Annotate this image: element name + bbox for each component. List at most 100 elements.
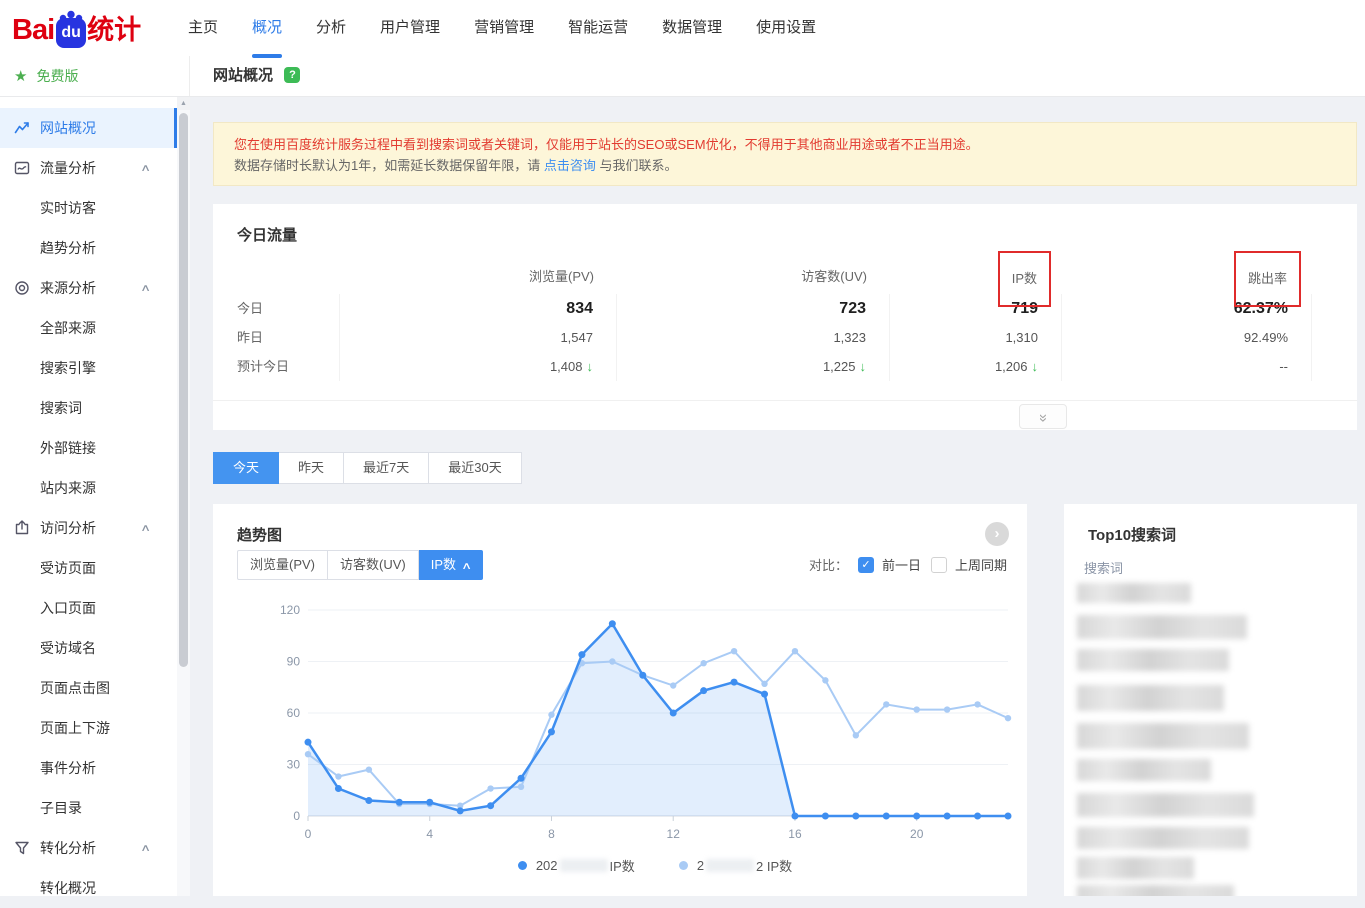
sidebar-item-5[interactable]: 全部来源 [0,308,177,348]
redacted-search-term[interactable] [1077,759,1211,781]
scrollbar-up-arrow-icon[interactable]: ▲ [177,97,190,110]
nav-item-4[interactable]: 营销管理 [472,0,536,56]
funnel-icon [14,840,30,856]
scrollbar-thumb[interactable] [179,113,188,667]
compare-option-0[interactable]: ✓前一日 [858,555,921,574]
sidebar-item-14[interactable]: 页面点击图 [0,668,177,708]
sidebar-item-4[interactable]: 来源分析∧ [0,268,177,308]
help-icon[interactable]: ? [284,67,300,83]
sidebar-item-9[interactable]: 站内来源 [0,468,177,508]
nav-item-5[interactable]: 智能运营 [566,0,630,56]
svg-text:120: 120 [280,603,300,617]
svg-text:20: 20 [910,827,924,841]
notice-warning-text: 您在使用百度统计服务过程中看到搜索词或者关键词，仅能用于站长的SEO或SEM优化… [234,134,1336,155]
svg-text:12: 12 [667,827,681,841]
chevron-right-icon[interactable]: › [985,522,1009,546]
baidu-tongji-logo[interactable]: Bai du 统计 [12,6,141,50]
metric-value: 1,323 [833,330,866,345]
checkbox-checked[interactable]: ✓ [858,557,874,573]
sidebar-item-7[interactable]: 搜索词 [0,388,177,428]
date-range-tabs: 今天昨天最近7天最近30天 [213,452,522,484]
redacted-search-term[interactable] [1077,649,1229,671]
sidebar-item-19[interactable]: 转化概况 [0,868,177,908]
search-term-column-header: 搜索词 [1084,558,1123,577]
sidebar-item-1[interactable]: 流量分析∧ [0,148,177,188]
range-tab-1[interactable]: 昨天 [279,452,344,484]
redacted-search-term[interactable] [1077,793,1254,817]
notice-info-text: 数据存储时长默认为1年，如需延长数据保留年限，请 点击咨询 与我们联系。 [234,155,1336,177]
legend-item-0[interactable]: 202 IP数 [518,856,635,875]
sidebar-item-2[interactable]: 实时访客 [0,188,177,228]
compare-controls: 对比： ✓前一日上周同期 [809,555,1007,574]
logo-text-tongji: 统计 [87,10,141,50]
table-row: 今日83472371962.37% [213,294,1312,323]
svg-text:0: 0 [293,809,300,823]
metric-value: 723 [839,300,866,317]
redacted-search-term[interactable] [1077,827,1249,849]
row-label: 昨日 [213,323,340,352]
chevron-up-icon: ∧ [140,163,151,174]
metric-value: 1,225 [823,359,856,374]
sidebar-item-13[interactable]: 受访域名 [0,628,177,668]
metric-value: 1,408 [550,359,583,374]
sidebar-item-18[interactable]: 转化分析∧ [0,828,177,868]
compare-label: 对比： [809,555,848,574]
sidebar: 网站概况流量分析∧实时访客趋势分析来源分析∧全部来源搜索引擎搜索词外部链接站内来… [0,97,190,896]
row-label: 预计今日 [213,352,340,381]
metric-tabs: 浏览量(PV)访客数(UV)IP数∧ [237,550,483,580]
sidebar-item-8[interactable]: 外部链接 [0,428,177,468]
svg-text:4: 4 [426,827,433,841]
svg-text:0: 0 [305,827,312,841]
column-header: 访客数(UV) [801,269,867,284]
sidebar-scrollbar[interactable]: ▲ [177,97,190,896]
nav-item-6[interactable]: 数据管理 [660,0,724,56]
today-traffic-title: 今日流量 [237,224,297,245]
expand-button[interactable]: » [1019,404,1067,429]
sidebar-item-0[interactable]: 网站概况 [0,108,177,148]
nav-item-1[interactable]: 概况 [250,0,284,56]
redacted-search-term[interactable] [1077,885,1234,896]
legend-item-1[interactable]: 22 IP数 [679,856,792,875]
sidebar-item-6[interactable]: 搜索引擎 [0,348,177,388]
svg-text:60: 60 [287,706,301,720]
nav-item-0[interactable]: 主页 [186,0,220,56]
nav-item-7[interactable]: 使用设置 [754,0,818,56]
visit-icon [14,520,30,536]
row-label: 今日 [213,294,340,323]
range-tab-3[interactable]: 最近30天 [429,452,521,484]
checkbox-unchecked[interactable] [931,557,947,573]
line-chart-icon [14,120,30,136]
redacted-search-term[interactable] [1077,583,1191,603]
redacted-search-term[interactable] [1077,857,1194,879]
sidebar-item-11[interactable]: 受访页面 [0,548,177,588]
sidebar-item-10[interactable]: 访问分析∧ [0,508,177,548]
nav-item-3[interactable]: 用户管理 [378,0,442,56]
metric-value: 1,206 [995,359,1028,374]
sidebar-item-12[interactable]: 入口页面 [0,588,177,628]
top-nav: 主页概况分析用户管理营销管理智能运营数据管理使用设置 [186,0,818,56]
chevron-up-icon: ∧ [140,283,151,294]
metric-value: 834 [566,300,593,317]
sidebar-item-15[interactable]: 页面上下游 [0,708,177,748]
range-tab-0[interactable]: 今天 [213,452,279,484]
consult-link[interactable]: 点击咨询 [544,158,596,173]
redacted-search-term[interactable] [1077,615,1247,639]
metric-tab-0[interactable]: 浏览量(PV) [237,550,328,580]
metric-tab-1[interactable]: 访客数(UV) [328,550,419,580]
legend-dot-icon [518,861,527,870]
range-tab-2[interactable]: 最近7天 [344,452,429,484]
redacted-search-term[interactable] [1077,685,1224,711]
redacted-search-term[interactable] [1077,723,1249,749]
metric-value: 1,547 [560,330,593,345]
sidebar-item-17[interactable]: 子目录 [0,788,177,828]
metric-tab-2[interactable]: IP数∧ [419,550,484,580]
plan-badge[interactable]: ★免费版 [0,56,190,96]
nav-item-2[interactable]: 分析 [314,0,348,56]
today-traffic-table: 浏览量(PV)访客数(UV)IP数跳出率今日83472371962.37%昨日1… [213,260,1312,381]
sidebar-item-3[interactable]: 趋势分析 [0,228,177,268]
source-icon [14,280,30,296]
logo-text-bai: Bai [12,10,54,50]
compare-option-1[interactable]: 上周同期 [931,555,1007,574]
sidebar-item-16[interactable]: 事件分析 [0,748,177,788]
metric-value: -- [1279,359,1288,374]
